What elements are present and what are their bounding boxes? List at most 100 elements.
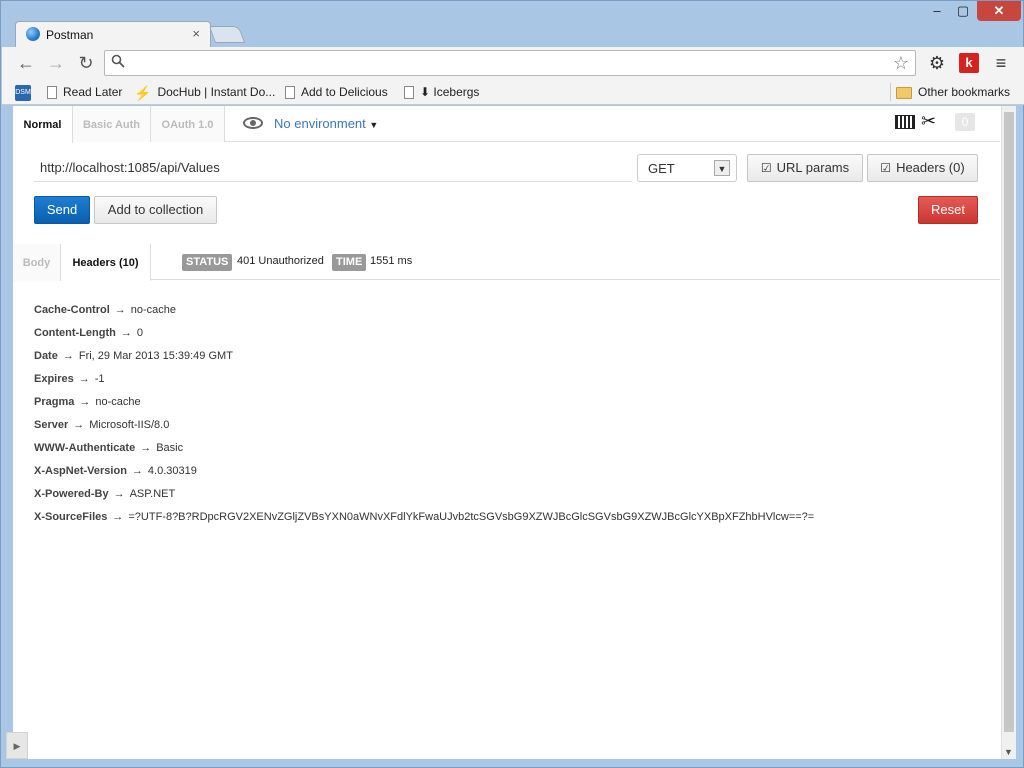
chrome-menu-icon[interactable]: ≡ — [990, 52, 1012, 74]
url-params-button[interactable]: ☑ URL params — [747, 154, 863, 182]
bookmark-dsm[interactable]: DSM — [15, 83, 37, 101]
gear-icon[interactable]: ⚙ — [926, 52, 948, 74]
headers-button[interactable]: ☑ Headers (0) — [867, 154, 978, 182]
method-select[interactable]: GET ▼ — [637, 154, 737, 182]
list-item: Server → Microsoft-IIS/8.0 — [34, 419, 974, 442]
postman-app: Normal Basic Auth OAuth 1.0 No environme… — [13, 106, 1012, 759]
response-tab-bar: Body Headers (10) STATUS 401 Unauthorize… — [13, 244, 1000, 281]
postman-favicon-icon — [26, 27, 40, 41]
send-button[interactable]: Send — [34, 196, 90, 224]
list-item: X-AspNet-Version → 4.0.30319 — [34, 465, 974, 488]
response-headers-list: Cache-Control → no-cache Content-Length → 0 … — [34, 304, 974, 534]
forward-arrow-icon[interactable]: → — [44, 51, 68, 75]
browser-window: Postman × ‒ ▢ ✕ ← → ↻ ☆ ⚙ k ≡ DSM Read L… — [0, 0, 1024, 768]
status-value: 401 Unauthorized — [237, 255, 324, 267]
time-value: 1551 ms — [370, 255, 413, 267]
header-key: Server — [34, 419, 69, 431]
header-value: Fri, 29 Mar 2013 15:39:49 GMT — [78, 350, 233, 362]
list-item: X-Powered-By → ASP.NET — [34, 488, 974, 511]
list-item: Pragma → no-cache — [34, 396, 974, 419]
request-url-input[interactable] — [34, 154, 632, 182]
header-value: ASP.NET — [129, 488, 176, 500]
bookmark-label: ⬇ Icebergs — [420, 85, 480, 99]
tab-title: Postman — [46, 28, 94, 42]
tab-response-headers[interactable]: Headers (10) — [61, 244, 151, 281]
bookmark-add-to-delicious[interactable]: Add to Delicious — [285, 83, 388, 101]
other-bookmarks[interactable]: Other bookmarks — [896, 83, 1010, 101]
new-tab-button[interactable] — [208, 26, 246, 43]
notification-count-badge[interactable]: 0 — [955, 113, 975, 131]
folder-icon — [896, 86, 912, 99]
sidebar-toggle-icon[interactable]: ▶ — [6, 732, 28, 759]
chevron-down-icon: ▼ — [714, 160, 730, 176]
vertical-scrollbar[interactable]: ▼ — [1001, 106, 1016, 759]
arrow-icon: → — [79, 396, 91, 408]
browser-tab-postman[interactable]: Postman × — [15, 21, 211, 47]
header-key: Expires — [34, 373, 74, 385]
bookmarks-divider — [890, 83, 891, 101]
list-item: X-SourceFiles → =?UTF-8?B?RDpcRGV2XENvZGlj… — [34, 511, 974, 534]
header-key: X-SourceFiles — [34, 511, 108, 523]
back-arrow-icon[interactable]: ← — [14, 51, 38, 75]
chevron-down-icon: ▼ — [369, 120, 379, 130]
tools-icon[interactable]: ✂ — [921, 111, 936, 132]
tab-body[interactable]: Body — [13, 244, 61, 281]
reset-button[interactable]: Reset — [918, 196, 978, 224]
tab-oauth[interactable]: OAuth 1.0 — [151, 106, 225, 142]
url-params-label: URL params — [776, 160, 850, 175]
page-icon — [285, 86, 295, 100]
keyboard-icon[interactable] — [895, 115, 915, 129]
list-item: Cache-Control → no-cache — [34, 304, 974, 327]
header-value: -1 — [94, 373, 105, 385]
header-key: Pragma — [34, 396, 75, 408]
page-icon — [47, 86, 57, 100]
add-to-collection-button[interactable]: Add to collection — [94, 196, 217, 224]
bookmark-dochub[interactable]: ⚡ DocHub | Instant Do... — [134, 83, 275, 101]
bolt-icon: ⚡ — [134, 84, 152, 101]
close-window-button[interactable]: ✕ — [977, 1, 1021, 21]
reload-icon[interactable]: ↻ — [74, 51, 98, 75]
edit-icon: ☑ — [880, 161, 892, 175]
bookmark-star-icon[interactable]: ☆ — [893, 53, 909, 74]
header-key: X-AspNet-Version — [34, 465, 127, 477]
header-value: no-cache — [95, 396, 141, 408]
auth-tab-bar: Normal Basic Auth OAuth 1.0 No environme… — [13, 106, 1000, 143]
search-icon — [111, 54, 127, 70]
arrow-icon: → — [73, 419, 85, 431]
address-bar[interactable]: ☆ — [104, 50, 916, 76]
other-bookmarks-label: Other bookmarks — [918, 85, 1011, 99]
tab-close-icon[interactable]: × — [192, 26, 200, 41]
bookmark-label: Read Later — [63, 85, 123, 99]
bookmark-read-later[interactable]: Read Later — [47, 83, 122, 101]
arrow-icon: → — [120, 327, 132, 339]
header-key: Cache-Control — [34, 304, 110, 316]
tab-basic-auth[interactable]: Basic Auth — [73, 106, 151, 142]
arrow-icon: → — [140, 442, 152, 454]
header-key: WWW-Authenticate — [34, 442, 136, 454]
list-item: Content-Length → 0 — [34, 327, 974, 350]
arrow-icon: → — [114, 304, 126, 316]
maximize-button[interactable]: ▢ — [951, 1, 975, 21]
bookmark-icebergs[interactable]: ⬇ Icebergs — [404, 83, 479, 101]
header-value: no-cache — [130, 304, 177, 316]
tab-normal[interactable]: Normal — [13, 106, 73, 143]
header-value: 0 — [136, 327, 143, 339]
k-extension-icon[interactable]: k — [959, 53, 979, 73]
list-item: Expires → -1 — [34, 373, 974, 396]
list-item: Date → Fri, 29 Mar 2013 15:39:49 GMT — [34, 350, 974, 373]
page-icon — [404, 86, 414, 100]
method-value: GET — [648, 161, 675, 176]
minimize-button[interactable]: ‒ — [925, 1, 949, 21]
arrow-icon: → — [112, 511, 124, 523]
eye-icon[interactable] — [243, 117, 263, 129]
header-key: Content-Length — [34, 327, 116, 339]
environment-selector[interactable]: No environment ▼ — [274, 116, 378, 131]
scroll-down-icon[interactable]: ▼ — [1004, 747, 1013, 757]
status-badge: STATUS — [182, 254, 233, 271]
bookmarks-bar: DSM Read Later ⚡ DocHub | Instant Do... A… — [2, 79, 1024, 105]
header-value: =?UTF-8?B?RDpcRGV2XENvZGljZVBsYXN0aWNvXF… — [128, 511, 815, 523]
headers-label: Headers (0) — [896, 160, 965, 175]
bookmark-label: DocHub | Instant Do... — [157, 85, 276, 99]
scrollbar-thumb[interactable] — [1004, 112, 1014, 732]
bookmark-label: Add to Delicious — [301, 85, 388, 99]
